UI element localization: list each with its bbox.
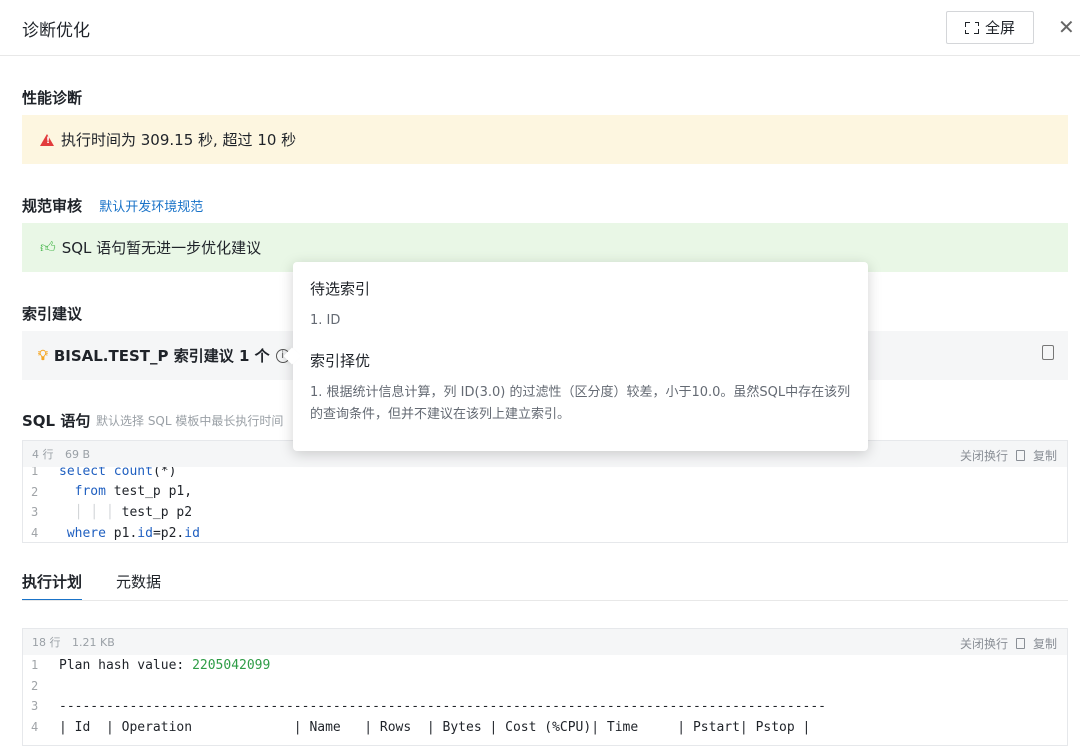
code-text: where p1.id=p2.id bbox=[66, 525, 200, 541]
tab-metadata[interactable]: 元数据 bbox=[116, 571, 161, 601]
sql-title: SQL 语句 bbox=[22, 412, 91, 430]
tabs-divider bbox=[22, 600, 1068, 601]
code-line: 2 from test_p p1, bbox=[23, 482, 1067, 503]
sql-code-actions: 关闭换行 复制 bbox=[960, 447, 1057, 464]
plan-code-box: 18 行 1.21 KB 关闭换行 复制 1 Plan hash value: 2… bbox=[22, 628, 1068, 746]
sql-hint: 默认选择 SQL 模板中最长执行时间 bbox=[96, 414, 284, 428]
line-number: 2 bbox=[31, 484, 39, 499]
fullscreen-label: 全屏 bbox=[984, 19, 1015, 37]
sql-size: 69 B bbox=[65, 448, 91, 461]
performance-alert: ! 执行时间为 309.15 秒, 超过 10 秒 bbox=[22, 115, 1068, 164]
plan-line-count: 18 行 bbox=[32, 636, 61, 649]
lightbulb-icon: 💡︎ bbox=[38, 347, 48, 364]
plan-code-lines[interactable]: 1 Plan hash value: 2205042099 2 3 ----------… bbox=[23, 655, 1067, 737]
sql-code-lines[interactable]: 1 select count(*) 2 from test_p p1, 3 │ │ │… bbox=[23, 461, 1067, 542]
code-text: ----------------------------------------… bbox=[59, 698, 827, 714]
dialog-title: 诊断优化 bbox=[22, 21, 90, 41]
code-line: 3 ---------------------------------------… bbox=[23, 696, 1067, 717]
warning-icon: ! bbox=[40, 133, 54, 146]
plan-meta: 18 行 1.21 KB bbox=[32, 634, 123, 650]
fullscreen-icon bbox=[964, 21, 979, 34]
copy-icon[interactable] bbox=[1015, 450, 1025, 461]
plan-wrap-toggle[interactable]: 关闭换行 bbox=[960, 635, 1008, 652]
code-line: 2 bbox=[23, 676, 1067, 697]
line-number: 2 bbox=[31, 678, 39, 693]
performance-alert-text: 执行时间为 309.15 秒, 超过 10 秒 bbox=[61, 131, 297, 149]
copy-icon[interactable] bbox=[1042, 345, 1054, 360]
code-text: from test_p p1, bbox=[74, 484, 193, 500]
plan-copy-button[interactable]: 复制 bbox=[1033, 635, 1057, 652]
code-text: Plan hash value: 2205042099 bbox=[59, 657, 271, 673]
tooltip-text-selection: 1. 根据统计信息计算，列 ID(3.0) 的过滤性（区分度）较差，小于10.0… bbox=[310, 385, 851, 422]
line-number: 4 bbox=[31, 526, 39, 541]
code-text: │ │ │ test_p p2 bbox=[74, 504, 193, 520]
tooltip-heading-selection: 索引择优 bbox=[310, 352, 371, 370]
line-number: 1 bbox=[31, 658, 39, 673]
index-title: 索引建议 bbox=[22, 305, 83, 323]
plan-code-actions: 关闭换行 复制 bbox=[960, 635, 1057, 652]
sql-wrap-toggle[interactable]: 关闭换行 bbox=[960, 447, 1008, 464]
review-title: 规范审核 bbox=[22, 197, 83, 215]
close-icon[interactable]: ✕ bbox=[1058, 16, 1078, 38]
line-number: 3 bbox=[31, 699, 39, 714]
tooltip-text-candidates: 1. ID bbox=[310, 313, 341, 328]
header: 诊断优化 全屏 ✕ bbox=[0, 0, 1080, 56]
sql-code-box: 4 行 69 B 关闭换行 复制 1 select count(*) 2 from … bbox=[22, 440, 1068, 543]
line-number: 3 bbox=[31, 505, 39, 520]
sql-meta: 4 行 69 B bbox=[32, 446, 98, 462]
code-line: 4 | Id | Operation | Name | Rows | Bytes … bbox=[23, 717, 1067, 738]
review-section-title: 规范审核 默认开发环境规范 bbox=[22, 195, 203, 216]
sql-copy-button[interactable]: 复制 bbox=[1033, 447, 1057, 464]
fullscreen-button[interactable]: 全屏 bbox=[946, 11, 1034, 44]
performance-title: 性能诊断 bbox=[22, 89, 83, 107]
plan-code-header: 18 行 1.21 KB 关闭换行 复制 bbox=[23, 629, 1067, 655]
code-line: 3 │ │ │ test_p p2 bbox=[23, 502, 1067, 523]
review-rule-link[interactable]: 默认开发环境规范 bbox=[99, 200, 203, 215]
sql-line-count: 4 行 bbox=[32, 448, 54, 461]
review-alert-text: SQL 语句暂无进一步优化建议 bbox=[61, 239, 262, 257]
tab-execution-plan[interactable]: 执行计划 bbox=[22, 571, 83, 601]
code-text: | Id | Operation | Name | Rows | Bytes |… bbox=[59, 719, 811, 735]
index-card-text: BISAL.TEST_P 索引建议 1 个 bbox=[53, 347, 270, 365]
plan-size: 1.21 KB bbox=[72, 636, 115, 649]
thumbs-up-icon: 👍︎ bbox=[40, 238, 56, 256]
tooltip-heading-candidates: 待选索引 bbox=[310, 280, 371, 298]
index-tooltip: 待选索引 1. ID 索引择优 1. 根据统计信息计算，列 ID(3.0) 的过… bbox=[293, 262, 868, 451]
code-line: 4 where p1.id=p2.id bbox=[23, 523, 1067, 542]
detail-tabs: 执行计划 元数据 bbox=[22, 571, 161, 601]
line-number: 4 bbox=[31, 720, 39, 735]
code-line: 1 Plan hash value: 2205042099 bbox=[23, 655, 1067, 676]
copy-icon[interactable] bbox=[1015, 638, 1025, 649]
